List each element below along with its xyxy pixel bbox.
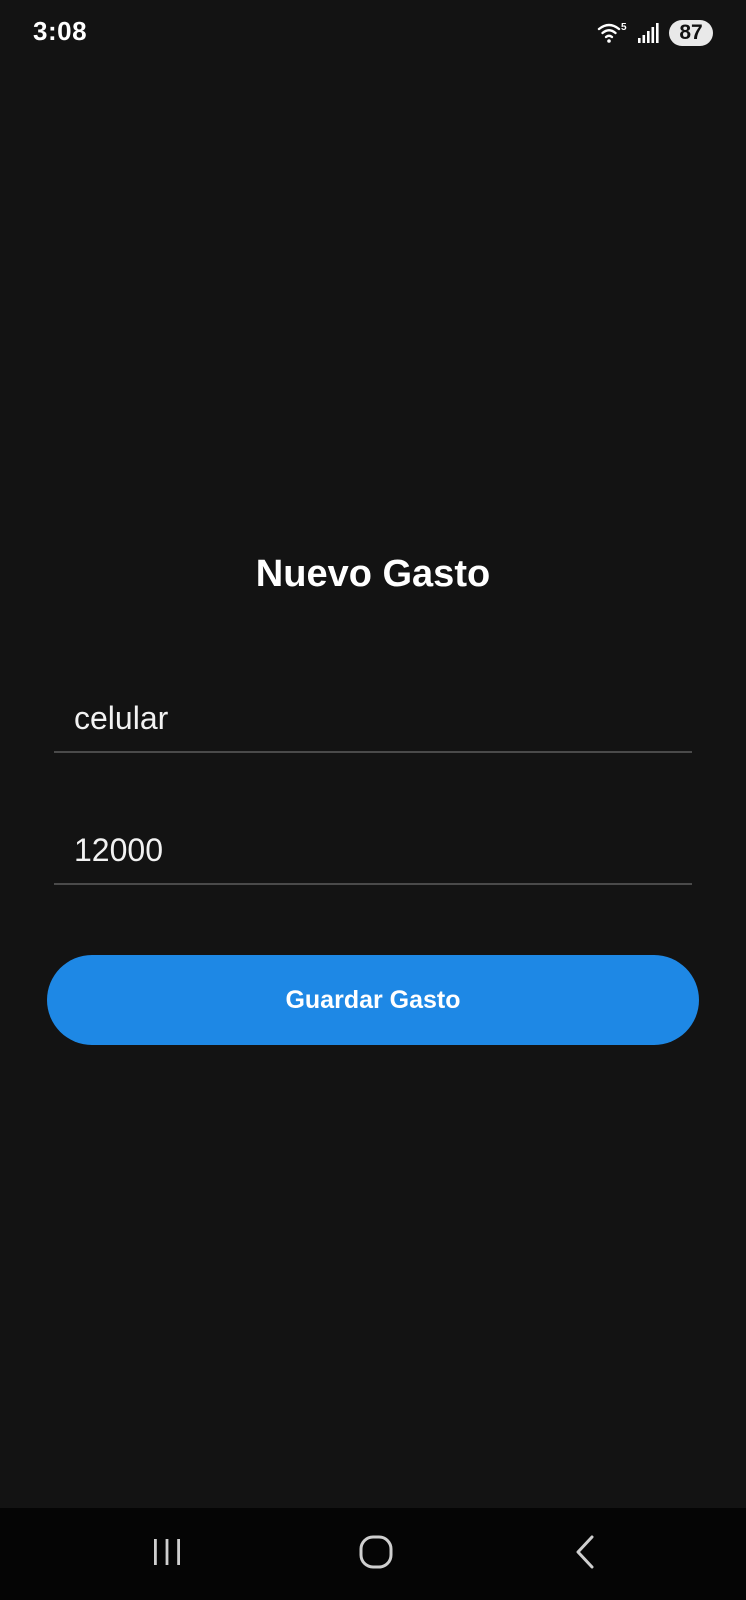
navigation-bar xyxy=(0,1508,746,1600)
back-icon xyxy=(570,1534,600,1575)
page-title: Nuevo Gasto xyxy=(255,553,491,595)
recents-button[interactable] xyxy=(137,1528,197,1580)
status-time: 3:08 xyxy=(33,16,88,46)
expense-name-field xyxy=(54,689,692,753)
expense-name-input[interactable] xyxy=(74,700,674,737)
wifi-label: 5 xyxy=(621,22,627,33)
home-icon xyxy=(358,1534,394,1575)
status-icons: 5 87 xyxy=(597,19,713,47)
home-button[interactable] xyxy=(346,1528,406,1580)
recents-icon xyxy=(150,1537,184,1572)
status-bar: 3:08 5 87 xyxy=(0,0,746,66)
cell-signal-icon xyxy=(637,22,659,44)
battery-indicator: 87 xyxy=(669,20,713,46)
expense-amount-field xyxy=(54,821,692,885)
expense-amount-input[interactable] xyxy=(74,832,674,869)
save-expense-button[interactable]: Guardar Gasto xyxy=(47,955,699,1045)
back-button[interactable] xyxy=(555,1528,615,1580)
wifi-icon: 5 xyxy=(597,21,627,45)
app-screen: 3:08 5 87 Nuevo Gasto celular 12000 Guar… xyxy=(0,0,746,1600)
